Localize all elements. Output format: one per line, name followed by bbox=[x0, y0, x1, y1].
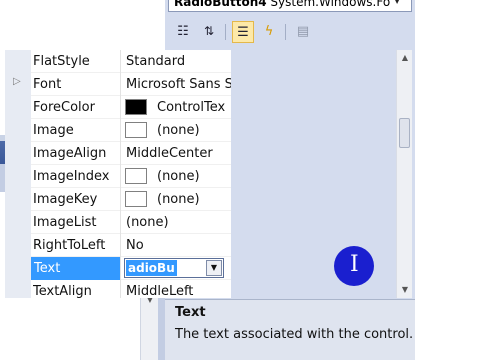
column-divider[interactable] bbox=[120, 50, 121, 73]
row-gutter bbox=[5, 96, 31, 119]
property-row-imagealign[interactable]: ImageAlign MiddleCenter bbox=[5, 142, 231, 165]
alphabetical-icon[interactable]: ⇅ bbox=[198, 21, 220, 43]
property-value[interactable]: No bbox=[126, 234, 231, 257]
property-row-imagekey[interactable]: ImageKey (none) bbox=[5, 188, 231, 211]
property-row-image[interactable]: Image (none) bbox=[5, 119, 231, 142]
property-row-forecolor[interactable]: ForeColor ControlTex bbox=[5, 96, 231, 119]
image-preview bbox=[125, 191, 147, 207]
property-grid-scrollbar[interactable]: ▲ ▼ bbox=[396, 50, 412, 298]
scroll-up-icon[interactable]: ▲ bbox=[400, 54, 410, 62]
toolbar-separator bbox=[285, 24, 286, 40]
column-divider[interactable] bbox=[120, 73, 121, 96]
property-pages-icon[interactable]: ▤ bbox=[292, 21, 314, 43]
row-gutter bbox=[5, 188, 31, 211]
selected-text[interactable]: adioBu bbox=[126, 260, 177, 276]
property-row-imageindex[interactable]: ImageIndex (none) bbox=[5, 165, 231, 188]
expand-icon[interactable]: ▷ bbox=[13, 76, 21, 87]
property-value[interactable]: (none) bbox=[157, 119, 231, 142]
property-grid: FlatStyle Standard ▷ Font Microsoft Sans… bbox=[5, 50, 231, 298]
description-title: Text bbox=[175, 305, 206, 320]
column-divider[interactable] bbox=[120, 211, 121, 234]
property-name: FlatStyle bbox=[33, 54, 90, 69]
dropdown-arrow-icon[interactable]: ▼ bbox=[206, 260, 222, 276]
row-gutter bbox=[5, 119, 31, 142]
property-name: ImageAlign bbox=[33, 146, 107, 161]
column-divider[interactable] bbox=[120, 119, 121, 142]
row-gutter bbox=[5, 280, 31, 298]
row-gutter bbox=[5, 211, 31, 234]
image-preview bbox=[125, 122, 147, 138]
property-name: ImageIndex bbox=[33, 169, 110, 184]
text-value-editor[interactable]: adioBu ▼ bbox=[124, 258, 224, 278]
column-divider[interactable] bbox=[120, 188, 121, 211]
categorized-icon[interactable]: ☷ bbox=[172, 21, 194, 43]
property-row-righttoleft[interactable]: RightToLeft No bbox=[5, 234, 231, 257]
events-icon[interactable]: ϟ bbox=[258, 21, 280, 43]
ide-window: ▾ ᛘ ✕ ▲ ▼ RadioButton4 System.Windows.Fo… bbox=[0, 0, 480, 360]
row-gutter bbox=[5, 234, 31, 257]
property-name: ImageList bbox=[33, 215, 97, 230]
properties-toolbar: ☷ ⇅ ☰ ϟ ▤ bbox=[165, 18, 415, 46]
column-divider[interactable] bbox=[120, 142, 121, 165]
scroll-down-icon[interactable]: ▼ bbox=[400, 286, 410, 294]
row-gutter bbox=[5, 142, 31, 165]
property-value[interactable]: Microsoft Sans S bbox=[126, 73, 231, 96]
property-value[interactable]: (none) bbox=[157, 188, 231, 211]
property-name: ForeColor bbox=[33, 100, 95, 115]
column-divider[interactable] bbox=[120, 234, 121, 257]
row-gutter bbox=[5, 165, 31, 188]
color-swatch bbox=[125, 99, 147, 115]
property-value[interactable]: Standard bbox=[126, 50, 231, 73]
object-selector[interactable]: RadioButton4 System.Windows.Fo bbox=[168, 0, 412, 12]
property-row-imagelist[interactable]: ImageList (none) bbox=[5, 211, 231, 234]
description-panel: Text The text associated with the contro… bbox=[165, 299, 415, 360]
chevron-down-icon[interactable]: ▼ bbox=[394, 0, 400, 5]
property-row-flatstyle[interactable]: FlatStyle Standard bbox=[5, 50, 231, 73]
property-name: ImageKey bbox=[33, 192, 98, 207]
property-value[interactable]: MiddleLeft bbox=[126, 280, 231, 298]
property-row-textalign[interactable]: TextAlign MiddleLeft bbox=[5, 280, 231, 298]
property-value[interactable]: (none) bbox=[126, 211, 231, 234]
description-text: The text associated with the control. bbox=[175, 327, 414, 342]
property-row-text[interactable]: Text adioBu ▼ bbox=[5, 257, 231, 280]
property-value[interactable]: MiddleCenter bbox=[126, 142, 231, 165]
column-divider[interactable] bbox=[120, 280, 121, 298]
property-name: Text bbox=[31, 257, 120, 280]
column-divider[interactable] bbox=[120, 96, 121, 119]
property-row-font[interactable]: ▷ Font Microsoft Sans S bbox=[5, 73, 231, 96]
scroll-thumb[interactable] bbox=[399, 118, 410, 148]
column-divider[interactable] bbox=[120, 257, 121, 280]
property-value[interactable]: (none) bbox=[157, 165, 231, 188]
property-value[interactable]: ControlTex bbox=[157, 96, 231, 119]
ibeam-cursor-icon: I bbox=[350, 252, 359, 277]
property-name: Font bbox=[33, 77, 62, 92]
selected-object-type: System.Windows.Fo bbox=[270, 0, 391, 9]
toolbar-separator bbox=[225, 24, 226, 40]
row-gutter: ▷ bbox=[5, 73, 31, 96]
property-name: Image bbox=[33, 123, 74, 138]
row-gutter bbox=[5, 50, 31, 73]
image-preview bbox=[125, 168, 147, 184]
outer-background bbox=[415, 0, 480, 360]
selected-object-name: RadioButton4 bbox=[174, 0, 267, 9]
property-name: RightToLeft bbox=[33, 238, 106, 253]
column-divider[interactable] bbox=[120, 165, 121, 188]
row-gutter bbox=[5, 257, 31, 280]
property-name: TextAlign bbox=[33, 284, 92, 298]
properties-icon[interactable]: ☰ bbox=[232, 21, 254, 43]
